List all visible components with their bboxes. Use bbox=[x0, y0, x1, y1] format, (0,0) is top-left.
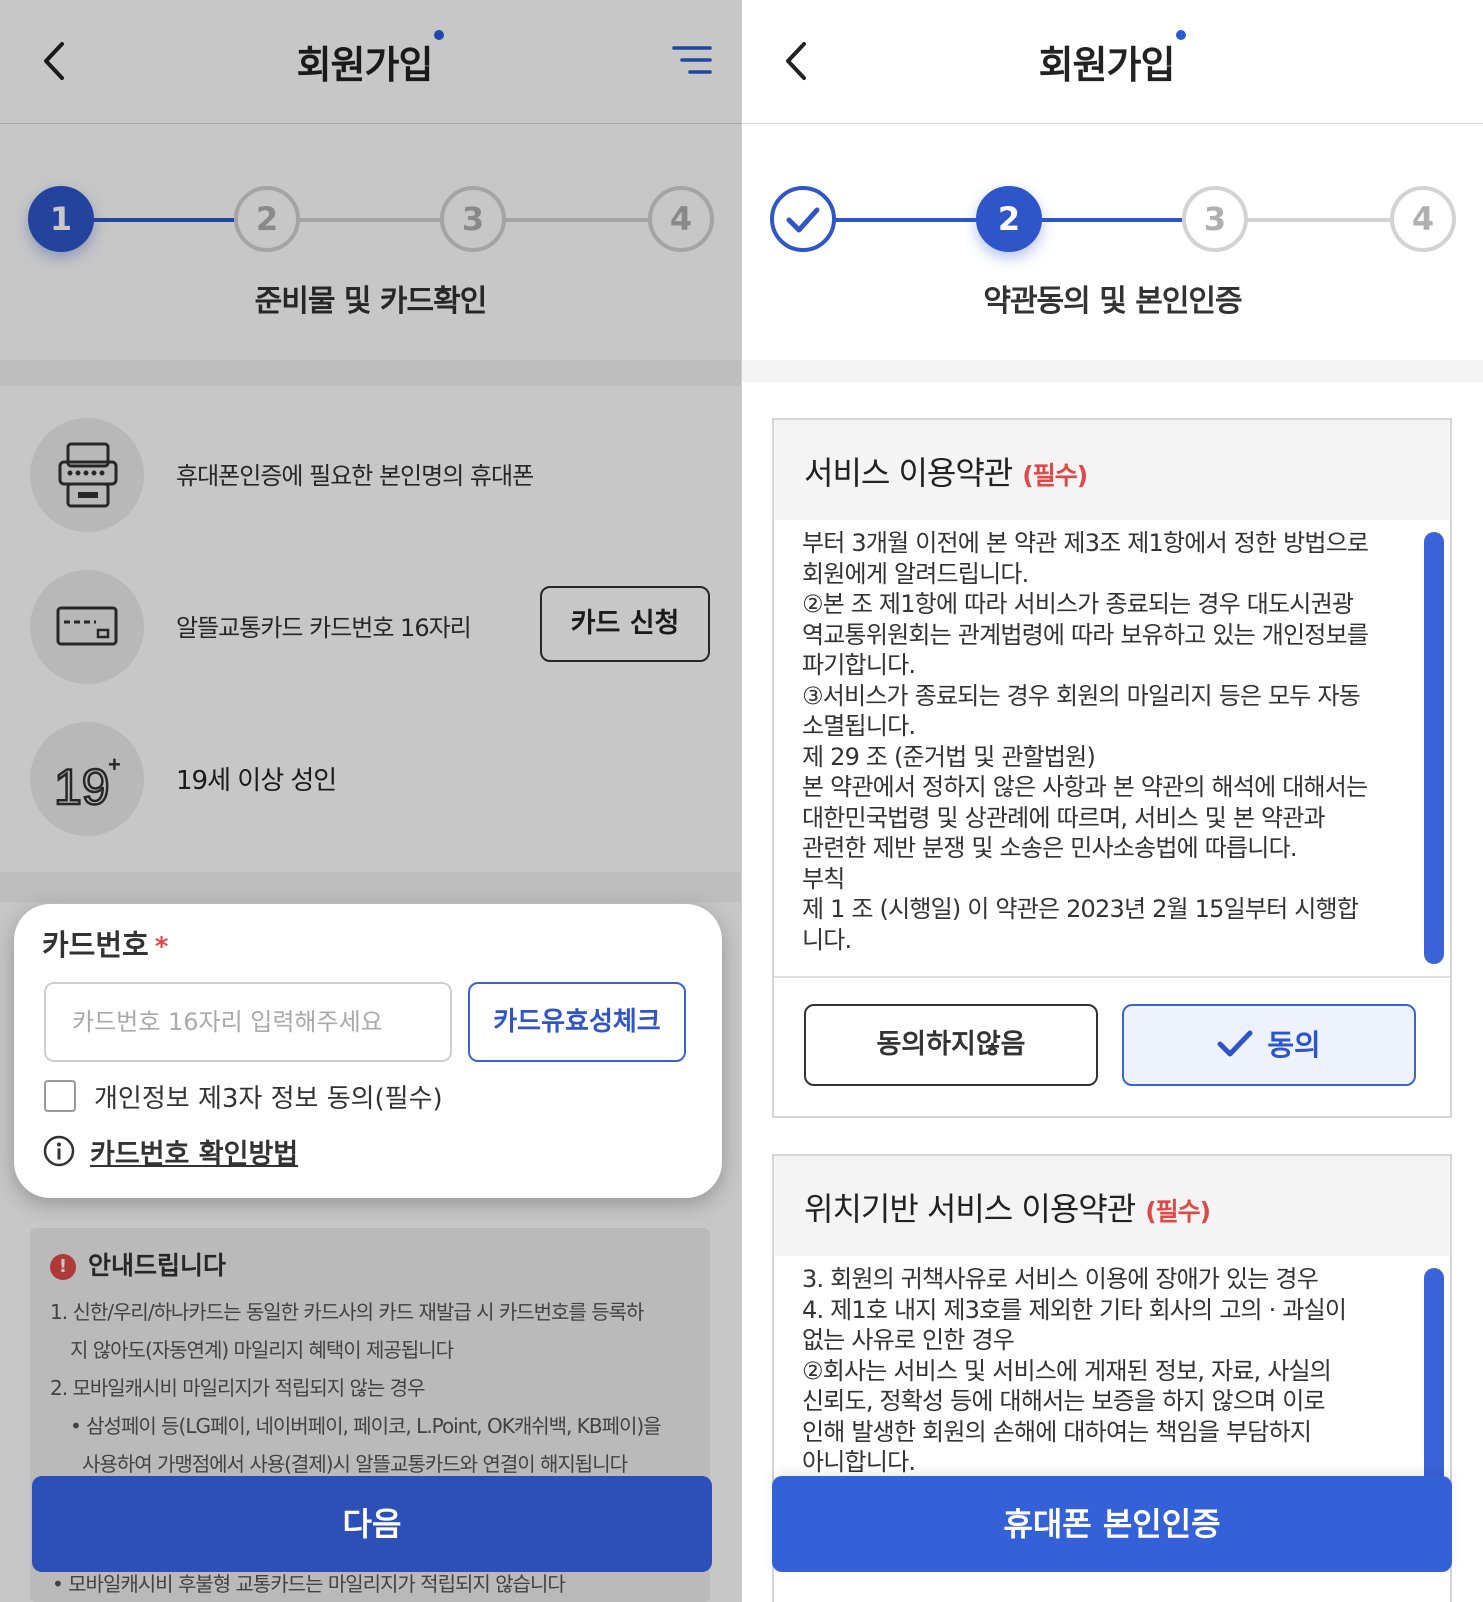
terms-line: 니다. bbox=[802, 925, 852, 954]
notification-dot bbox=[1176, 30, 1187, 40]
disagree-button[interactable]: 동의하지않음 bbox=[804, 1004, 1098, 1086]
next-button[interactable]: 다음 bbox=[32, 1476, 712, 1572]
check-icon bbox=[1217, 1030, 1253, 1057]
step-indicator: 2 3 4 약관동의 및 본인인증 bbox=[742, 124, 1483, 360]
agree-button[interactable]: 동의 bbox=[1122, 1004, 1416, 1086]
step-label: 약관동의 및 본인인증 bbox=[983, 284, 1242, 319]
terms-line: 제 1 조 (시행일) 이 약관은 2023년 2월 15일부터 시행합 bbox=[802, 895, 1359, 923]
screen-step-2: 회원가입 2 3 4 약관동의 및 본인인증 서비스 이용약관 (필수) 부터 3… bbox=[742, 0, 1483, 1602]
header: 회원가입 bbox=[742, 0, 1483, 124]
terms-line: 대한민국법령 및 상관례에 따르며, 서비스 및 본 약관과 bbox=[802, 803, 1326, 832]
terms-line: ②본 조 제1항에 따라 서비스가 종료되는 경우 대도시권광 bbox=[802, 590, 1354, 618]
dim-overlay bbox=[0, 0, 741, 1602]
terms-title: 위치기반 서비스 이용약관 (필수) bbox=[804, 1190, 1211, 1228]
terms-line: 관련한 제반 분쟁 및 소송은 민사소송법에 따릅니다. bbox=[802, 834, 1297, 862]
terms-header: 위치기반 서비스 이용약관 (필수) bbox=[774, 1156, 1450, 1256]
terms-line: 파기합니다. bbox=[802, 651, 916, 679]
terms-line: 3. 회원의 귀책사유로 서비스 이용에 장애가 있는 경우 bbox=[802, 1265, 1319, 1293]
terms-scrollbar[interactable] bbox=[1424, 532, 1444, 964]
terms-line: 아니합니다. bbox=[802, 1448, 916, 1476]
terms-content[interactable]: 3. 회원의 귀책사유로 서비스 이용에 장애가 있는 경우 4. 제1호 내지… bbox=[802, 1264, 1402, 1478]
card-validity-check-button[interactable]: 카드유효성체크 bbox=[468, 982, 686, 1062]
required-badge: (필수) bbox=[1022, 461, 1088, 490]
card-number-input[interactable] bbox=[44, 982, 452, 1062]
terms-line: 회원에게 알려드립니다. bbox=[802, 559, 1029, 588]
terms-line: 신뢰도, 정확성 등에 대해서는 보증을 하지 않으며 이로 bbox=[802, 1387, 1326, 1415]
card-number-help-link[interactable]: 카드번호 확인방법 bbox=[90, 1132, 298, 1171]
terms-line: 없는 사유로 인한 경우 bbox=[802, 1326, 1015, 1354]
service-terms-box: 서비스 이용약관 (필수) 부터 3개월 이전에 본 약관 제3조 제1항에서 정… bbox=[772, 418, 1452, 1118]
terms-header: 서비스 이용약관 (필수) bbox=[774, 420, 1450, 520]
terms-line: 역교통위원회는 관계법령에 따라 보유하고 있는 개인정보를 bbox=[802, 620, 1369, 649]
step-4: 4 bbox=[1390, 186, 1456, 252]
page-title: 회원가입 bbox=[742, 30, 1483, 89]
step-2: 2 bbox=[976, 186, 1042, 252]
step-line-progress bbox=[834, 218, 986, 222]
required-badge: (필수) bbox=[1145, 1197, 1211, 1226]
consent-checkbox[interactable] bbox=[44, 1080, 76, 1112]
info-icon bbox=[43, 1135, 75, 1167]
step-line-progress bbox=[1038, 218, 1188, 222]
section-gap bbox=[742, 360, 1483, 382]
terms-line: 인해 발생한 회원의 손해에 대하여는 책임을 부담하지 bbox=[802, 1417, 1312, 1446]
terms-line: ②회사는 서비스 및 서비스에 게재된 정보, 자료, 사실의 bbox=[802, 1356, 1332, 1385]
required-mark: * bbox=[154, 932, 169, 962]
step-3: 3 bbox=[1182, 186, 1248, 252]
terms-line: 본 약관에서 정하지 않은 사항과 본 약관의 해석에 대해서는 bbox=[802, 773, 1368, 801]
terms-line: 부터 3개월 이전에 본 약관 제3조 제1항에서 정한 방법으로 bbox=[802, 529, 1369, 557]
terms-line: ③서비스가 종료되는 경우 회원의 마일리지 등은 모두 자동 bbox=[802, 681, 1361, 710]
phone-verification-button[interactable]: 휴대폰 본인인증 bbox=[772, 1476, 1452, 1572]
terms-content[interactable]: 부터 3개월 이전에 본 약관 제3조 제1항에서 정한 방법으로 회원에게 알… bbox=[802, 528, 1402, 955]
step-line bbox=[1242, 218, 1392, 222]
step-1-complete bbox=[770, 186, 836, 252]
divider bbox=[774, 976, 1450, 978]
terms-line: 4. 제1호 내지 제3호를 제외한 기타 회사의 고의 · 과실이 bbox=[802, 1295, 1347, 1324]
card-number-popup: 카드번호* 카드유효성체크 개인정보 제3자 정보 동의(필수) 카드번호 확인… bbox=[14, 904, 722, 1198]
terms-line: 제 29 조 (준거법 및 관할법원) bbox=[802, 742, 1096, 771]
terms-line: 부칙 bbox=[802, 864, 845, 893]
card-number-label: 카드번호 * bbox=[42, 928, 169, 962]
check-icon bbox=[786, 207, 820, 233]
terms-line: 소멸됩니다. bbox=[802, 712, 916, 740]
screen-step-1: 회원가입 1 2 3 4 준비물 및 카드확인 휴대폰인증에 필요한 본인명의 … bbox=[0, 0, 741, 1602]
terms-title: 서비스 이용약관 (필수) bbox=[804, 454, 1088, 492]
consent-label: 개인정보 제3자 정보 동의(필수) bbox=[94, 1084, 443, 1114]
